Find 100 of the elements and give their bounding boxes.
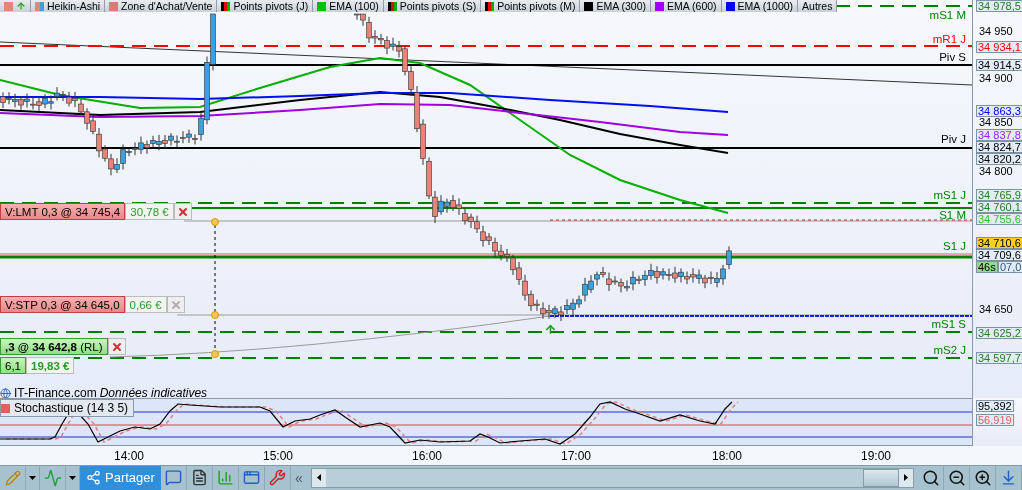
time-label: 16:00 (412, 449, 442, 464)
legend-item[interactable]: Points pivots (S) (383, 0, 482, 12)
caret-icon (29, 476, 36, 480)
zoom-in-icon (973, 469, 992, 487)
time-label: 17:00 (561, 449, 591, 464)
level-label: mS1 M (929, 9, 966, 21)
close-icon (176, 205, 189, 218)
price-tag: 07,0 (998, 261, 1022, 273)
indicator-label[interactable]: Stochastique (14 3 5) (0, 399, 135, 418)
legend-item[interactable]: Zone d'Achat/Vente (105, 0, 218, 12)
search-icon (921, 469, 940, 487)
price-tag: 34 597,7 (976, 352, 1022, 364)
level-label: mS2 J (933, 344, 966, 356)
price-tag: 34 863,3 (976, 105, 1022, 117)
level-label: S1 J (943, 240, 966, 252)
price-tag: 34 824,7 (976, 141, 1022, 153)
axis-tick-label: 34 850 (979, 117, 1013, 128)
pivot-swatch-icon (387, 1, 397, 11)
close-icon (169, 298, 182, 311)
legend-label: Points pivots (J) (233, 0, 309, 12)
time-label: 15:00 (263, 449, 293, 464)
indicator-name: Stochastique (14 3 5) (14, 401, 129, 416)
axis-tick-label: 34 950 (979, 26, 1013, 37)
countdown-badge: 46s (976, 261, 998, 273)
legend-label: Autres (802, 0, 833, 12)
value-tag: 56,919 (976, 414, 1014, 427)
level-label: mS1 S (931, 318, 966, 330)
axis-tick-label: 34 650 (979, 304, 1013, 315)
legend-label: Heikin-Ashi (47, 0, 101, 12)
candles-swatch-icon (35, 1, 44, 11)
candles-swatch-icon (4, 1, 13, 11)
globe-icon (0, 387, 11, 399)
legend-label: EMA (1000) (737, 0, 794, 12)
level-label: mR1 J (932, 33, 966, 45)
legend-label: EMA (100) (329, 0, 379, 12)
caret-icon (69, 476, 76, 480)
value-tag: 95,392 (976, 400, 1014, 413)
zoom-out-icon (947, 469, 966, 487)
scroll-thumb[interactable] (863, 469, 899, 487)
price-tag: 34 710,6 (976, 237, 1022, 249)
level-label: Piv S (939, 51, 966, 63)
share-icon (86, 470, 101, 486)
price-tag: 34 765,9 (976, 189, 1022, 201)
time-label: 19:00 (861, 449, 891, 464)
profit-label: 0,66 € (124, 296, 167, 313)
download-icon (1000, 469, 1017, 487)
profit-label: 19,83 € (26, 357, 75, 374)
price-tag: 34 837,8 (976, 129, 1022, 141)
scroll-left-button[interactable] (311, 469, 326, 487)
document-icon (190, 469, 208, 487)
right-triangle-icon (904, 474, 908, 482)
pivot-swatch-icon (221, 1, 231, 11)
close-icon (110, 340, 123, 353)
price-tag: 34 914,5 (976, 59, 1022, 71)
handle-dot[interactable] (211, 218, 219, 226)
level-label: S1 M (939, 209, 966, 221)
level-label: mS1 J (933, 189, 966, 201)
legend-label: Points pivots (M) (497, 0, 576, 12)
legend-item[interactable]: EMA (100) (313, 0, 384, 12)
order-label[interactable]: V:LMT 0,3 @ 34 745,4 (0, 203, 126, 220)
scroll-right-button[interactable] (899, 469, 913, 487)
up-arrow-icon (16, 1, 26, 11)
level-label: Piv J (941, 133, 966, 145)
legend-item[interactable]: EMA (1000) (721, 0, 799, 12)
profit-label: 30,78 € (125, 203, 174, 220)
handle-dot[interactable] (211, 350, 219, 358)
price-tag: 34 978,5 (976, 0, 1022, 12)
legend-item[interactable]: Points pivots (M) (481, 0, 581, 12)
legend-item[interactable]: Points pivots (J) (217, 0, 314, 12)
bar-chart-icon (216, 469, 234, 487)
legend-item[interactable]: Autres (798, 0, 838, 12)
price-tag: 34 709,6 (976, 249, 1022, 261)
speech-bubble-icon (164, 469, 182, 487)
legend-label: EMA (300) (596, 0, 646, 12)
price-tag: 34 625,2 (976, 327, 1022, 339)
handle-dot[interactable] (211, 311, 219, 319)
scrollbar[interactable] (310, 468, 914, 488)
price-tag: 34 760,1 (976, 201, 1022, 213)
order-label[interactable]: 6,1 (0, 357, 26, 374)
chart-type-button[interactable] (0, 0, 31, 12)
dropdown-button[interactable] (26, 466, 40, 490)
data-source: IT-Finance.com (14, 386, 97, 399)
legend-item[interactable]: Heikin-Ashi (31, 0, 106, 12)
pivot-swatch-icon (485, 1, 495, 11)
legend-item[interactable]: EMA (600) (651, 0, 722, 12)
window-icon (242, 469, 260, 487)
up-arrow-icon (544, 323, 557, 336)
pencil-icon (4, 470, 21, 486)
legend-label: Zone d'Achat/Vente (121, 0, 213, 12)
collapse-button[interactable]: « (290, 470, 307, 486)
wave-chart-icon (43, 469, 62, 487)
axis-tick-label: 34 900 (979, 73, 1013, 84)
price-tag: 34 755,6 (976, 213, 1022, 225)
price-tag: 34 934,1 (976, 41, 1022, 53)
wrench-icon (268, 469, 286, 487)
time-label: 18:00 (712, 449, 742, 464)
legend-item[interactable]: EMA (300) (580, 0, 651, 12)
time-label: 14:00 (114, 449, 144, 464)
left-triangle-icon (316, 474, 321, 482)
order-label[interactable]: ,3 @ 34 642,8 (RL) (0, 338, 108, 355)
